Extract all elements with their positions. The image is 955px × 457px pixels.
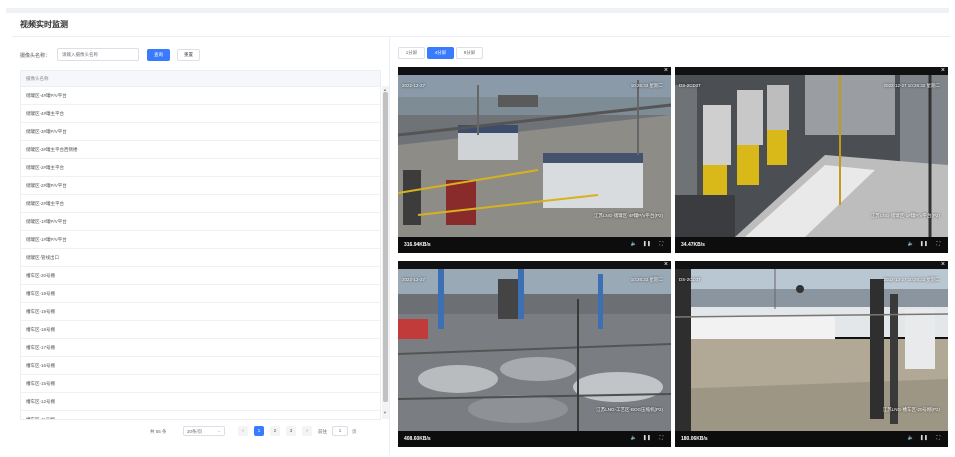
table-row[interactable]: 储罐区-1#罐P/V平台 [21,213,380,231]
video-player[interactable]: × DS-2CD3T 2022-12-27 10:26:32 星期二 江苏LNG… [675,261,948,447]
table-row[interactable]: 槽车区-15号棚 [21,375,380,393]
goto-page-input[interactable]: 1 [332,426,348,436]
video-camera-label: 江苏LNG-储罐区-4#罐P/V平台(P2) [593,213,663,218]
video-player[interactable]: × 2022-12-27 10:26:32 星期二 江苏LNG-工艺区-BOG压… [398,261,671,447]
search-label: 摄像头名称： [20,53,51,59]
page-button-3[interactable]: 3 [286,426,296,436]
tab-9-split[interactable]: 9分屏 [456,47,483,59]
table-scrollbar-thumb[interactable] [383,92,388,402]
table-row[interactable]: 储罐区-2#罐主平台 [21,159,380,177]
volume-icon[interactable]: 🔈 [631,241,637,247]
video-osd-left: 2022-12-27 [402,83,426,88]
volume-icon[interactable]: 🔈 [908,241,914,247]
next-page-button[interactable]: › [302,426,312,436]
pause-icon[interactable]: ❚❚ [920,241,928,247]
table-row[interactable]: 储罐区-3#罐主平台西侧楼 [21,141,380,159]
reset-button[interactable]: 重置 [177,49,200,61]
split-layout-tabs: 1分屏 4分屏 9分屏 [398,47,483,59]
pagination: 共 55 条 20条/页 ⌄ ‹ 1 2 3 › 前往 1 页 [150,424,390,438]
table-row[interactable]: 槽车区-19号棚 [21,303,380,321]
pause-icon[interactable]: ❚❚ [643,241,651,247]
prev-page-button[interactable]: ‹ [238,426,248,436]
query-button[interactable]: 查询 [147,49,170,61]
scroll-down-arrow-icon[interactable]: ▼ [383,410,387,415]
video-control-bar: 180.06KB/s 🔈 ❚❚ ⛶ [675,431,948,447]
goto-label: 前往 [318,429,327,434]
title-divider [12,36,950,37]
video-player[interactable]: × DS-2CD3T 2022-12-27 10:26:32 星期二 江苏LNG… [675,67,948,253]
goto-suffix: 页 [352,429,357,434]
chevron-down-icon: ⌄ [217,428,221,433]
table-row[interactable]: 储罐区-4#罐P/V平台 [21,87,380,105]
video-bitrate: 316.94KB/s [404,242,431,248]
video-bitrate: 34.47KB/s [681,242,705,248]
pause-icon[interactable]: ❚❚ [643,435,651,441]
table-row[interactable]: 储罐区-管线出口 [21,249,380,267]
table-row[interactable]: 储罐区-4#罐主平台 [21,105,380,123]
video-player[interactable]: × 2022-12-27 10:26:32 星期二 江苏LNG-储罐区-4#罐P… [398,67,671,253]
fullscreen-icon[interactable]: ⛶ [936,241,940,247]
video-control-bar: 408.60KB/s 🔈 ❚❚ ⛶ [398,431,671,447]
video-camera-label: 江苏LNG-储罐区-1#罐P/V平台(P2) [870,213,940,218]
video-osd-right: 10:26:32 星期二 [630,277,663,282]
fullscreen-icon[interactable]: ⛶ [936,435,940,441]
table-row[interactable]: 槽车区-17号棚 [21,339,380,357]
video-osd-right: 2022-12-27 10:26:32 星期二 [883,277,940,282]
table-row[interactable]: 储罐区-3#罐P/V平台 [21,123,380,141]
table-header: 摄像头名称 [21,71,380,87]
top-strip [6,8,949,13]
pagination-total: 共 55 条 [150,429,167,434]
volume-icon[interactable]: 🔈 [631,435,637,441]
camera-table: 摄像头名称 储罐区-4#罐P/V平台 储罐区-4#罐主平台 储罐区-3#罐P/V… [20,70,381,420]
table-row[interactable]: 槽车区-18号棚 [21,321,380,339]
page-button-1[interactable]: 1 [254,426,264,436]
camera-name-search-input[interactable] [57,48,139,61]
page-size-select[interactable]: 20条/页 ⌄ [183,426,225,436]
tab-1-split[interactable]: 1分屏 [398,47,425,59]
pause-icon[interactable]: ❚❚ [920,435,928,441]
video-osd-left: DS-2CD3T [679,277,702,282]
page-button-2[interactable]: 2 [270,426,280,436]
fullscreen-icon[interactable]: ⛶ [659,241,663,247]
table-row[interactable]: 槽车区-20号棚 [21,267,380,285]
volume-icon[interactable]: 🔈 [908,435,914,441]
camera-list-panel: 摄像头名称： 查询 重置 摄像头名称 储罐区-4#罐P/V平台 储罐区-4#罐主… [10,40,389,450]
video-wall-panel: 1分屏 4分屏 9分屏 × 2022-12-27 10:26:32 星期二 江苏… [395,40,950,452]
scroll-up-arrow-icon[interactable]: ▲ [383,87,387,92]
panel-divider [389,37,390,455]
table-row[interactable]: 槽车区-19号棚 [21,285,380,303]
video-bitrate: 408.60KB/s [404,436,431,442]
app-root: 视频实时监测 摄像头名称： 查询 重置 摄像头名称 储罐区-4#罐P/V平台 储… [0,0,955,457]
video-osd-left: DS-2CD3T [679,83,702,88]
page-size-value: 20条/页 [187,429,203,434]
video-bitrate: 180.06KB/s [681,436,708,442]
close-icon[interactable]: × [941,67,945,75]
page-title: 视频实时监测 [20,20,68,29]
tab-4-split[interactable]: 4分屏 [427,47,454,59]
video-control-bar: 316.94KB/s 🔈 ❚❚ ⛶ [398,237,671,253]
close-icon[interactable]: × [664,67,668,75]
table-row[interactable]: 槽车区-12号棚 [21,393,380,411]
video-camera-label: 江苏LNG-槽车区-20号棚(P2) [882,407,940,412]
close-icon[interactable]: × [664,261,668,269]
video-osd-left: 2022-12-27 [402,277,426,282]
close-icon[interactable]: × [941,261,945,269]
table-row[interactable]: 槽车区-16号棚 [21,357,380,375]
table-row[interactable]: 槽车区-11号棚 [21,411,380,419]
table-row[interactable]: 储罐区-1#罐P/V平台 [21,231,380,249]
video-osd-right: 2022-12-27 10:26:32 星期二 [883,83,940,88]
table-row[interactable]: 储罐区-2#罐主平台 [21,195,380,213]
fullscreen-icon[interactable]: ⛶ [659,435,663,441]
video-osd-right: 10:26:32 星期二 [630,83,663,88]
video-camera-label: 江苏LNG-工艺区-BOG压缩机(P2) [596,407,663,412]
table-row[interactable]: 储罐区-2#罐P/V平台 [21,177,380,195]
video-control-bar: 34.47KB/s 🔈 ❚❚ ⛶ [675,237,948,253]
